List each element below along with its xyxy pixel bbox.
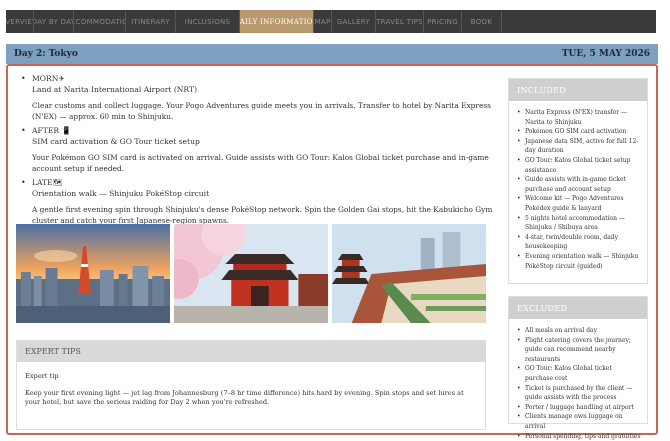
slot-description: Your Pokémon GO SIM card is activated on… [32,153,489,173]
excluded-item: Flight catering covers the journey; guid… [517,336,641,365]
included-item: 5 nights hotel accommodation — Shinjuku … [517,214,641,233]
slot-title: SIM card activation & GO Tour ticket set… [32,136,200,146]
excluded-header: EXCLUDED [509,297,647,319]
included-item: 4-star, twin/double room, daily housekee… [517,233,641,252]
sensoji-temple-cherry-blossom-photo[interactable] [174,224,328,323]
excluded-item: Ticket is purchased by the client — guid… [517,384,641,403]
tab-day-by-day[interactable]: DAY BY DAY [34,10,74,33]
schedule-list: MORN✈ Land at Narita International Airpo… [18,74,498,95]
excluded-item: All meals on arrival day [517,326,641,336]
excluded-item: Clients manage own luggage on arrival [517,412,641,431]
day-content-panel: MORN✈ Land at Narita International Airpo… [6,64,658,441]
tab-daily-information[interactable]: DAILY INFORMATION [240,10,314,33]
schedule-item-afternoon: AFTER 📱 SIM card activation & GO Tour ti… [18,126,498,147]
included-item: Japanese data SIM, active for full 12-da… [517,137,641,156]
included-item: Pokémon GO SIM card activation [517,127,641,137]
included-list: Narita Express (N'EX) transfer — Narita … [509,101,647,275]
included-item: Guide assists with in-game ticket purcha… [517,175,641,194]
schedule-list-2: AFTER 📱 SIM card activation & GO Tour ti… [18,126,498,147]
slot-label: MORN✈ [32,74,65,83]
slot-label: LATE🗺 [32,178,63,187]
included-panel: INCLUDED Narita Express (N'EX) transfer … [508,78,648,284]
day-header: Day 2: Tokyo TUE, 5 MAY 2026 [6,44,658,64]
included-item: Welcome kit — Pogo Adventures Pokédex gu… [517,194,641,213]
excluded-item: Personal spending, tips and gratuities [517,432,641,441]
schedule-item-late: LATE🗺 Orientation walk — Shinjuku PokéSt… [18,178,498,199]
expert-tips-panel: EXPERT TIPS Expert tip Keep your first e… [16,340,486,430]
tokyo-skyline-sunset-photo[interactable] [16,224,170,323]
excluded-list: All meals on arrival dayFlight catering … [509,319,647,441]
day-date: TUE, 5 MAY 2026 [561,49,650,59]
tab-travel-tips[interactable]: TRAVEL TIPS [376,10,424,33]
tab-pricing[interactable]: PRICING [424,10,462,33]
nakamise-street-pagoda-photo[interactable] [332,224,486,323]
excluded-item: GO Tour: Kalos Global ticket purchase co… [517,364,641,383]
tab-gallery[interactable]: GALLERY [332,10,376,33]
slot-title: Orientation walk — Shinjuku PokéStop cir… [32,188,210,198]
included-item: Evening orientation walk — Shinjuku Poké… [517,252,641,271]
tab-map[interactable]: MAP [314,10,332,33]
tab-inclusions[interactable]: INCLUSIONS [176,10,240,33]
schedule-item-morning: MORN✈ Land at Narita International Airpo… [18,74,498,95]
tab-itinerary[interactable]: ITINERARY [126,10,176,33]
expert-tip-subtitle: Expert tip [25,372,59,380]
expert-tip-text: Keep your first evening light — jet lag … [25,388,464,407]
schedule-list-3: LATE🗺 Orientation walk — Shinjuku PokéSt… [18,178,498,199]
top-nav-bar: OVERVIEWDAY BY DAYACCOMMODATIONITINERARY… [6,10,656,33]
included-item: Narita Express (N'EX) transfer — Narita … [517,108,641,127]
excluded-panel: EXCLUDED All meals on arrival dayFlight … [508,296,648,441]
tab-accommodation[interactable]: ACCOMMODATION [74,10,126,33]
expert-tips-header[interactable]: EXPERT TIPS [17,341,485,362]
schedule-section: MORN✈ Land at Narita International Airpo… [18,74,498,230]
slot-description: A gentle first evening spin through Shin… [32,205,493,225]
photo-strip [16,224,486,323]
slot-title: Land at Narita International Airport (NR… [32,84,198,94]
tab-overview[interactable]: OVERVIEW [6,10,34,33]
tab-book[interactable]: BOOK [462,10,502,33]
included-item: GO Tour: Kalos Global ticket setup assis… [517,156,641,175]
included-header: INCLUDED [509,79,647,101]
day-title: Day 2: Tokyo [14,49,78,59]
slot-label: AFTER 📱 [32,126,71,135]
slot-description: Clear customs and collect luggage. Your … [32,101,491,121]
excluded-item: Porter / luggage handling at airport [517,403,641,413]
